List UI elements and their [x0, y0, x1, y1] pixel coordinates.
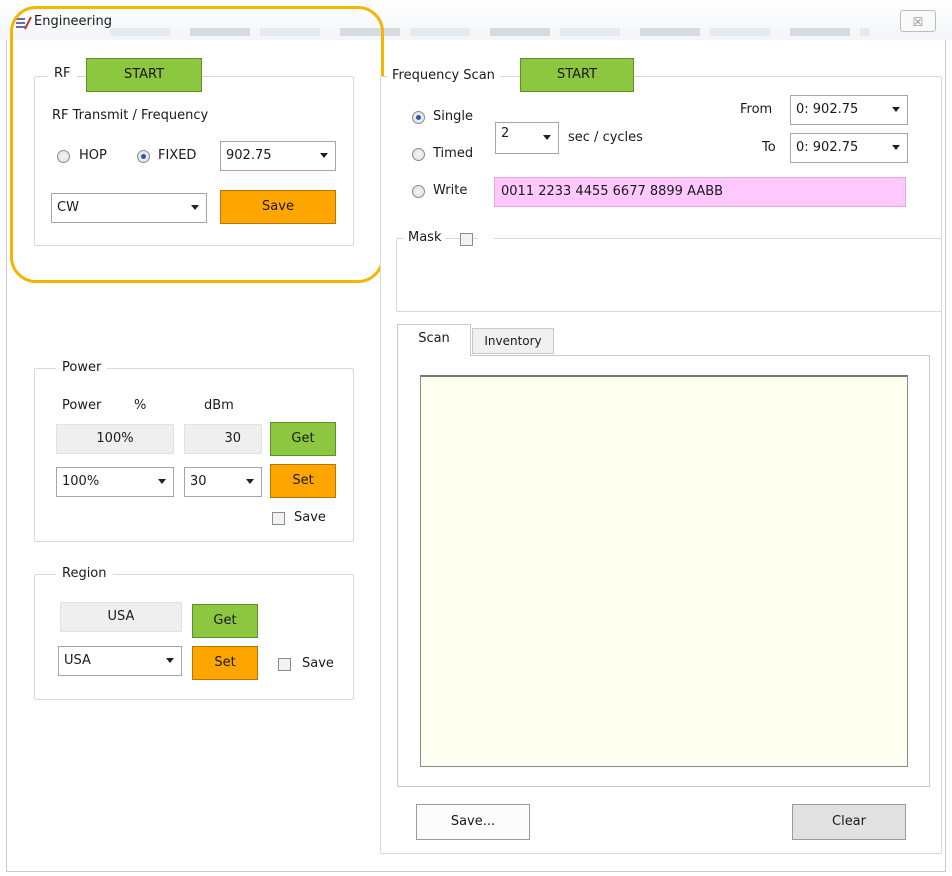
- power-save-checkbox[interactable]: [272, 512, 285, 525]
- power-get-button[interactable]: Get: [270, 422, 336, 456]
- clear-button[interactable]: Clear: [792, 804, 906, 840]
- title-bar-background: [110, 28, 870, 36]
- chevron-down-icon: [158, 479, 166, 484]
- frequency-scan-label: Frequency Scan: [388, 68, 499, 83]
- power-group-label: Power: [56, 360, 108, 375]
- close-button[interactable]: ☒: [900, 10, 936, 32]
- tab-inventory[interactable]: Inventory: [472, 328, 554, 354]
- title-bar: Engineering ☒: [0, 0, 952, 40]
- to-select-value: 0: 902.75: [796, 140, 859, 155]
- frequency-select-value: 902.75: [226, 148, 272, 163]
- modulation-select-value: CW: [57, 200, 79, 215]
- window-title: Engineering: [34, 14, 112, 29]
- rf-save-button[interactable]: Save: [220, 190, 336, 224]
- save-as-button[interactable]: Save...: [416, 804, 530, 840]
- rf-start-button[interactable]: START: [86, 58, 202, 92]
- write-data-value: 0011 2233 4455 6677 8899 AABB: [501, 184, 724, 199]
- power-percent-select-value: 100%: [62, 474, 100, 489]
- percent-col-label: %: [134, 398, 147, 413]
- frequency-scan-start-button[interactable]: START: [520, 58, 634, 92]
- chevron-down-icon: [892, 107, 900, 112]
- region-select-value: USA: [64, 653, 91, 668]
- to-select[interactable]: 0: 902.75: [790, 133, 908, 163]
- mask-label-bg: [478, 230, 494, 244]
- power-dbm-select[interactable]: 30: [184, 467, 262, 497]
- chevron-down-icon: [320, 153, 328, 158]
- write-radio[interactable]: [412, 185, 425, 198]
- power-col-label: Power: [62, 398, 102, 413]
- from-select-value: 0: 902.75: [796, 102, 859, 117]
- write-data-field[interactable]: 0011 2233 4455 6677 8899 AABB: [494, 177, 906, 207]
- power-dbm-select-value: 30: [190, 474, 207, 489]
- region-group-label: Region: [56, 566, 113, 581]
- rf-group-label: RF: [48, 66, 77, 81]
- region-readout: USA: [60, 602, 182, 632]
- power-save-label: Save: [294, 510, 326, 525]
- fixed-label: FIXED: [158, 148, 197, 163]
- timed-radio[interactable]: [412, 148, 425, 161]
- region-save-checkbox[interactable]: [278, 658, 291, 671]
- tab-inventory-label: Inventory: [484, 334, 542, 348]
- write-label: Write: [433, 183, 468, 198]
- cycles-select-value: 2: [501, 126, 510, 141]
- scan-results-area[interactable]: [420, 375, 908, 767]
- power-set-button[interactable]: Set: [270, 464, 336, 498]
- modulation-select[interactable]: CW: [51, 193, 207, 223]
- mask-label: Mask: [404, 230, 446, 245]
- fixed-radio[interactable]: [137, 150, 150, 163]
- power-percent-readout: 100%: [56, 424, 174, 454]
- region-get-button[interactable]: Get: [192, 604, 258, 638]
- region-select[interactable]: USA: [58, 646, 182, 676]
- power-dbm-readout: 30: [184, 424, 262, 454]
- from-label: From: [740, 102, 773, 117]
- single-radio[interactable]: [412, 111, 425, 124]
- chevron-down-icon: [543, 135, 551, 140]
- region-set-button[interactable]: Set: [192, 646, 258, 680]
- chevron-down-icon: [166, 658, 174, 663]
- frequency-select[interactable]: 902.75: [220, 141, 336, 171]
- mask-checkbox[interactable]: [460, 233, 473, 246]
- mask-group: [396, 238, 942, 312]
- single-label: Single: [433, 109, 473, 124]
- timed-label: Timed: [433, 146, 474, 161]
- region-save-label: Save: [302, 656, 334, 671]
- rf-subtitle: RF Transmit / Frequency: [52, 108, 209, 123]
- cycles-unit-label: sec / cycles: [568, 130, 643, 145]
- from-select[interactable]: 0: 902.75: [790, 95, 908, 125]
- chevron-down-icon: [191, 205, 199, 210]
- chevron-down-icon: [892, 145, 900, 150]
- cycles-select[interactable]: 2: [495, 122, 559, 154]
- hop-label: HOP: [79, 148, 107, 163]
- dbm-col-label: dBm: [204, 398, 234, 413]
- app-icon: [16, 16, 32, 30]
- tab-scan[interactable]: Scan: [397, 324, 471, 356]
- chevron-down-icon: [246, 479, 254, 484]
- tab-scan-label: Scan: [418, 331, 450, 346]
- power-percent-select[interactable]: 100%: [56, 467, 174, 497]
- to-label: To: [762, 140, 776, 155]
- hop-radio[interactable]: [57, 150, 70, 163]
